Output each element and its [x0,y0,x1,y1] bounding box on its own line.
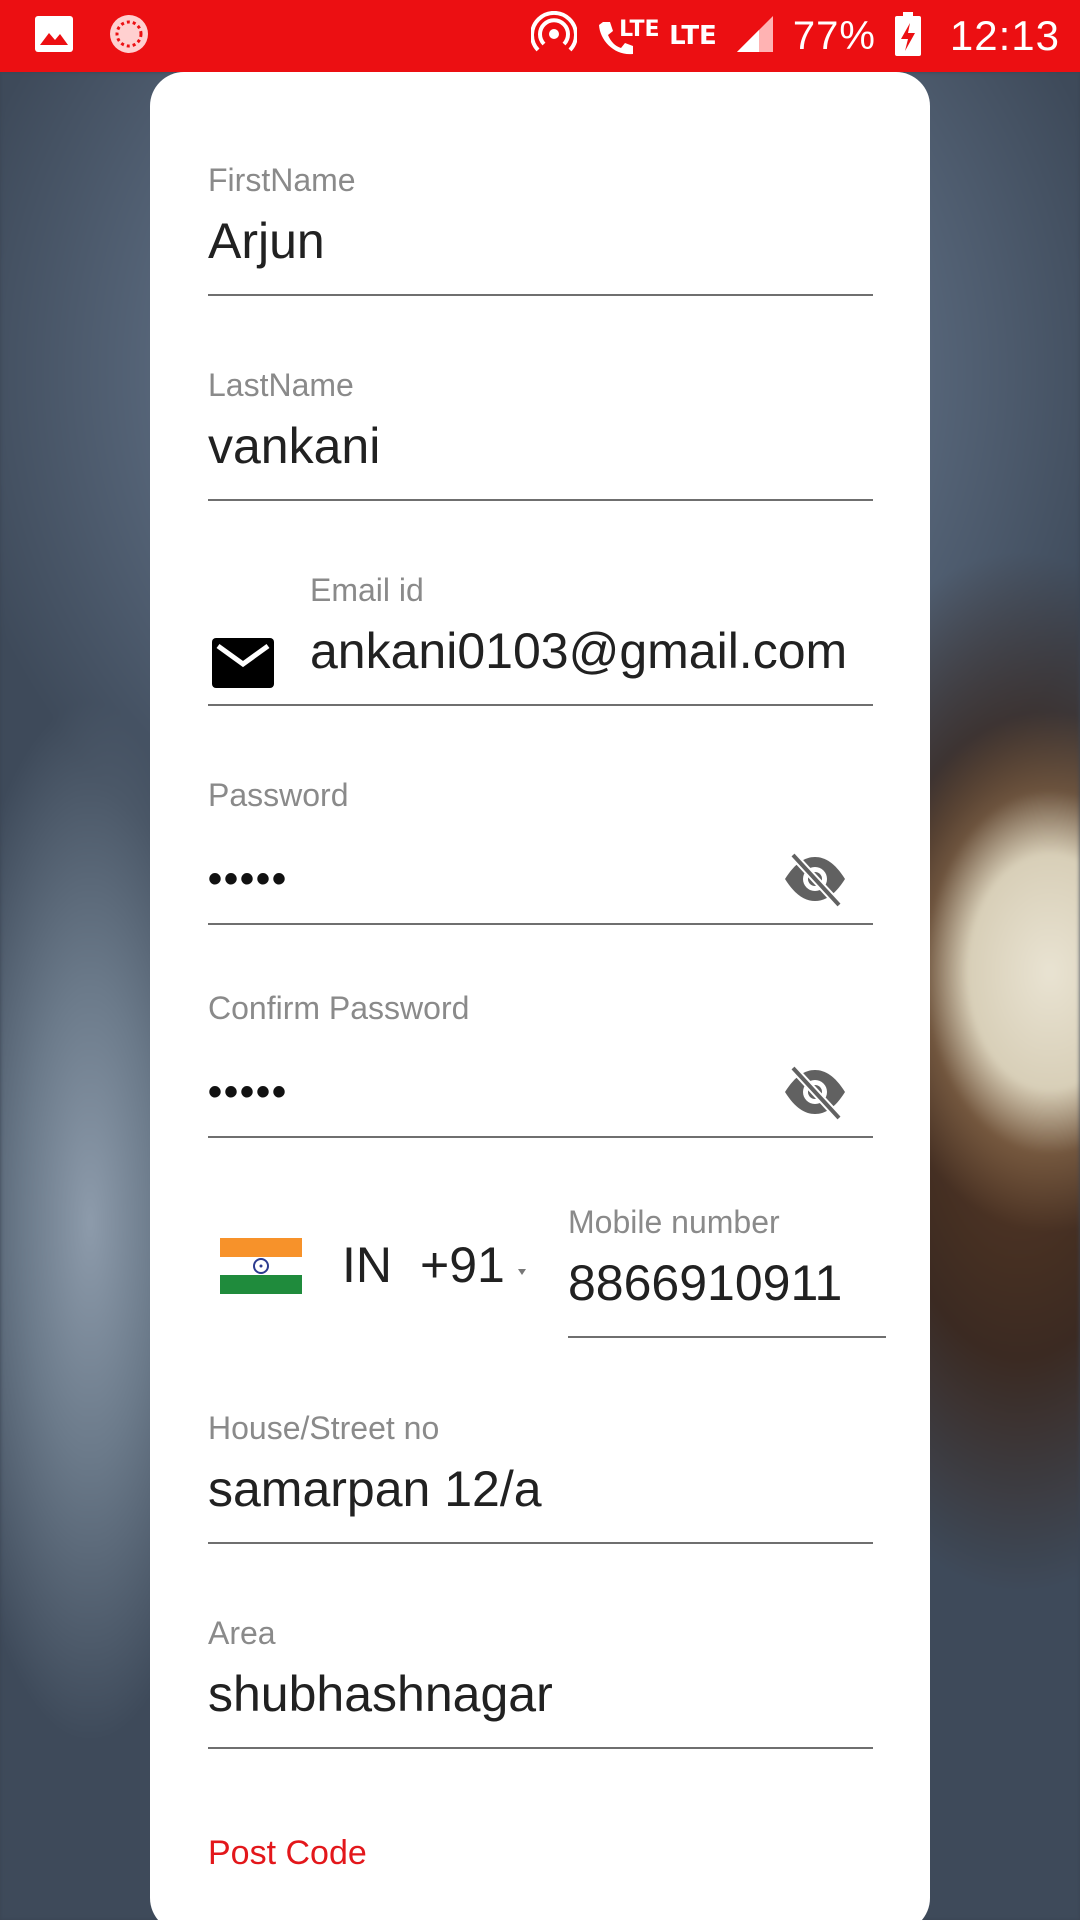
wifi-call-icon: LTE [595,13,659,59]
password-input[interactable]: ••••• [208,857,288,902]
area-input[interactable]: shubhashnagar [208,1665,553,1723]
area-field[interactable]: Area shubhashnagar [208,1615,873,1755]
mobile-field[interactable]: Mobile number 8866910911 [568,1204,886,1344]
password-label: Password [208,777,349,813]
house-street-input[interactable]: samarpan 12/a [208,1460,542,1518]
mobile-input[interactable]: 8866910911 [568,1254,842,1312]
first-name-label: FirstName [208,162,356,198]
battery-percentage: 77% [792,13,876,58]
dial-code: +91 [420,1237,505,1293]
country-code: IN [342,1237,392,1293]
area-label: Area [208,1615,276,1651]
last-name-field[interactable]: LastName vankani [208,367,873,507]
eye-off-icon[interactable] [781,1064,849,1121]
signup-card: FirstName Arjun LastName vankani Email i… [150,72,930,1920]
confirm-password-underline [208,1136,873,1138]
gallery-icon [34,15,74,58]
status-bar: LTE LTE 77% 12:13 [0,0,1080,72]
hotspot-icon [530,10,579,62]
screen: LTE LTE 77% 12:13 FirstName Arjun LastNa… [0,0,1080,1920]
email-label: Email id [310,572,424,608]
signal-icon [735,14,775,59]
first-name-underline [208,294,873,296]
country-code-picker[interactable]: IN +91 [220,1232,526,1302]
first-name-input[interactable]: Arjun [208,212,325,270]
mobile-underline [568,1336,886,1338]
loading-icon [108,13,150,60]
password-underline [208,923,873,925]
last-name-underline [208,499,873,501]
confirm-password-input[interactable]: ••••• [208,1070,288,1115]
post-code-label[interactable]: Post Code [208,1834,367,1873]
mobile-label: Mobile number [568,1204,780,1240]
india-flag-icon [220,1238,302,1299]
clock: 12:13 [949,12,1060,59]
password-field[interactable]: Password ••••• [208,777,873,927]
first-name-field[interactable]: FirstName Arjun [208,162,873,302]
dropdown-arrow-icon [518,1262,526,1280]
email-field[interactable]: Email id ankani0103@gmail.com [208,572,873,712]
confirm-password-field[interactable]: Confirm Password ••••• [208,990,873,1140]
network-1-label: LTE [619,17,660,42]
last-name-label: LastName [208,367,354,403]
battery-charging-icon [894,11,922,62]
email-underline [208,704,873,706]
email-icon [212,638,274,693]
area-underline [208,1747,873,1749]
house-street-underline [208,1542,873,1544]
house-street-label: House/Street no [208,1410,440,1446]
last-name-input[interactable]: vankani [208,417,380,475]
confirm-password-label: Confirm Password [208,990,470,1026]
eye-off-icon[interactable] [781,851,849,908]
network-2-label: LTE [669,21,717,51]
email-input[interactable]: ankani0103@gmail.com [310,622,873,680]
house-street-field[interactable]: House/Street no samarpan 12/a [208,1410,873,1550]
